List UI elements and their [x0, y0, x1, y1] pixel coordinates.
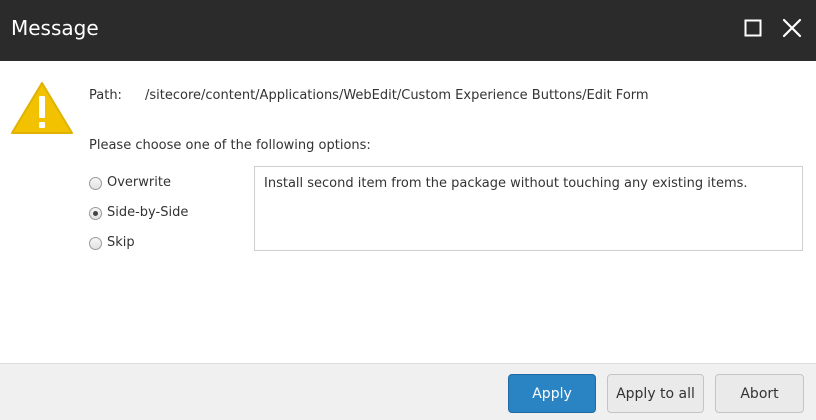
radio-indicator-selected [89, 206, 102, 220]
title-bar: Message [0, 0, 816, 61]
path-label: Path: [89, 88, 122, 103]
abort-button[interactable]: Abort [715, 374, 804, 413]
window-title: Message [11, 16, 99, 40]
warning-icon [11, 82, 73, 134]
option-skip-radio[interactable]: Skip [89, 235, 135, 251]
radio-indicator [89, 236, 102, 250]
apply-to-all-button[interactable]: Apply to all [607, 374, 704, 413]
option-side-by-side-label: Side-by-Side [107, 205, 189, 220]
radio-indicator [89, 176, 102, 190]
option-description-box: Install second item from the package wit… [254, 166, 803, 251]
path-value: /sitecore/content/Applications/WebEdit/C… [145, 88, 649, 103]
maximize-icon [744, 19, 762, 37]
maximize-button[interactable] [740, 15, 766, 41]
close-icon [782, 18, 802, 38]
apply-button[interactable]: Apply [508, 374, 596, 413]
option-overwrite-radio[interactable]: Overwrite [89, 175, 171, 191]
option-overwrite-label: Overwrite [107, 175, 171, 190]
options-prompt: Please choose one of the following optio… [89, 138, 371, 153]
option-description-text: Install second item from the package wit… [264, 176, 748, 191]
option-skip-label: Skip [107, 235, 135, 250]
close-button[interactable] [779, 15, 805, 41]
option-side-by-side-radio[interactable]: Side-by-Side [89, 205, 188, 221]
